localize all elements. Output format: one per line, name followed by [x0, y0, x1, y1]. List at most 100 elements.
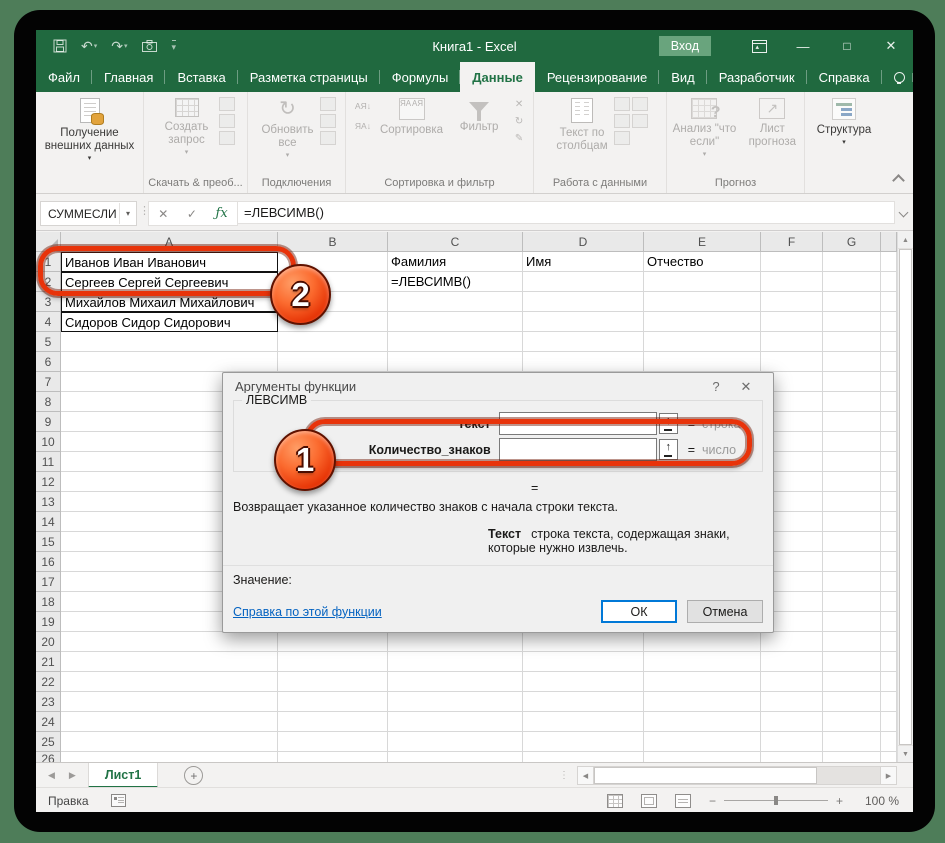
row-header-9[interactable]: 9 — [36, 412, 61, 432]
sheet-tab-list1[interactable]: Лист1 — [88, 763, 158, 788]
cell-E22[interactable] — [644, 672, 761, 692]
tab-file[interactable]: Файл — [36, 62, 92, 92]
text-to-columns-button[interactable]: Текст по столбцам — [552, 95, 612, 153]
cell-G14[interactable] — [823, 512, 881, 532]
insert-function-button[interactable]: ƒx — [216, 206, 228, 221]
cell-H25[interactable] — [881, 732, 897, 752]
row-header-12[interactable]: 12 — [36, 472, 61, 492]
minimize-button[interactable]: — — [781, 30, 825, 62]
outline-button[interactable]: Структура ▾ — [813, 95, 876, 146]
refresh-all-button[interactable]: ↻ Обновить все ▾ — [257, 95, 317, 159]
cell-G3[interactable] — [823, 292, 881, 312]
cell-B5[interactable] — [278, 332, 388, 352]
cell-A24[interactable] — [61, 712, 278, 732]
cell-G7[interactable] — [823, 372, 881, 392]
dialog-close-icon[interactable]: ✕ — [731, 379, 761, 395]
cell-F3[interactable] — [761, 292, 823, 312]
cell-G20[interactable] — [823, 632, 881, 652]
cell-D2[interactable] — [523, 272, 644, 292]
cell-H19[interactable] — [881, 612, 897, 632]
show-queries-icon[interactable] — [219, 97, 235, 111]
tab-split-handle[interactable]: ⋮ — [559, 770, 569, 781]
cell-C2[interactable]: =ЛЕВСИМВ() — [388, 272, 523, 292]
cell-C1[interactable]: Фамилия — [388, 252, 523, 272]
vertical-scrollbar[interactable]: ▲ ▼ — [897, 232, 913, 762]
cell-E3[interactable] — [644, 292, 761, 312]
column-header-D[interactable]: D — [523, 232, 644, 252]
cell-A5[interactable] — [61, 332, 278, 352]
data-validation-icon[interactable] — [614, 131, 630, 145]
page-layout-view-button[interactable] — [641, 794, 657, 808]
cell-H5[interactable] — [881, 332, 897, 352]
undo-button[interactable]: ↶▾ — [76, 34, 102, 58]
cell-H23[interactable] — [881, 692, 897, 712]
zoom-slider[interactable] — [724, 800, 828, 801]
cell-H15[interactable] — [881, 532, 897, 552]
column-header-E[interactable]: E — [644, 232, 761, 252]
cell-G21[interactable] — [823, 652, 881, 672]
scroll-right-icon[interactable]: ▶ — [880, 766, 897, 785]
cell-G4[interactable] — [823, 312, 881, 332]
cell-E25[interactable] — [644, 732, 761, 752]
what-if-analysis-button[interactable]: Анализ "что если" ▾ — [669, 95, 741, 158]
tab-formulas[interactable]: Формулы — [380, 62, 461, 92]
tab-home[interactable]: Главная — [92, 62, 165, 92]
cell-F22[interactable] — [761, 672, 823, 692]
cell-H1[interactable] — [881, 252, 897, 272]
cell-D1[interactable]: Имя — [523, 252, 644, 272]
cell-G17[interactable] — [823, 572, 881, 592]
maximize-button[interactable]: □ — [825, 30, 869, 62]
dialog-help-icon[interactable]: ? — [701, 379, 731, 394]
scroll-left-icon[interactable]: ◀ — [577, 766, 594, 785]
recent-sources-icon[interactable] — [219, 131, 235, 145]
ribbon-display-options-button[interactable] — [737, 30, 781, 62]
reapply-filter-icon[interactable]: ↻ — [511, 114, 527, 128]
cell-H12[interactable] — [881, 472, 897, 492]
cell-H6[interactable] — [881, 352, 897, 372]
tab-developer[interactable]: Разработчик — [707, 62, 807, 92]
row-header-23[interactable]: 23 — [36, 692, 61, 712]
zoom-in-button[interactable]: + — [836, 794, 843, 808]
cell-D22[interactable] — [523, 672, 644, 692]
cell-A4[interactable]: Сидоров Сидор Сидорович — [61, 312, 278, 332]
cell-E1[interactable]: Отчество — [644, 252, 761, 272]
cell-G18[interactable] — [823, 592, 881, 612]
collapse-ribbon-button[interactable] — [883, 92, 913, 193]
cell-G24[interactable] — [823, 712, 881, 732]
cell-F2[interactable] — [761, 272, 823, 292]
flash-fill-icon[interactable] — [614, 97, 630, 111]
expand-formula-bar-icon[interactable] — [898, 208, 910, 216]
edit-links-icon[interactable] — [320, 131, 336, 145]
row-header-5[interactable]: 5 — [36, 332, 61, 352]
cell-G9[interactable] — [823, 412, 881, 432]
cell-D21[interactable] — [523, 652, 644, 672]
formula-input[interactable]: =ЛЕВСИМВ() — [237, 201, 895, 224]
get-external-data-button[interactable]: Получение внешних данных ▾ — [41, 95, 139, 162]
cancel-formula-button[interactable]: ✕ — [158, 207, 168, 221]
cell-F5[interactable] — [761, 332, 823, 352]
tab-help[interactable]: Справка — [807, 62, 882, 92]
connections-icon[interactable] — [320, 97, 336, 111]
add-sheet-button[interactable]: + — [184, 766, 203, 785]
next-sheet-icon[interactable]: ▶ — [69, 770, 76, 781]
relationships-icon[interactable] — [632, 114, 648, 128]
scroll-down-icon[interactable]: ▼ — [898, 745, 913, 762]
remove-duplicates-icon[interactable] — [614, 114, 630, 128]
tab-review[interactable]: Рецензирование — [535, 62, 659, 92]
cell-G22[interactable] — [823, 672, 881, 692]
cell-B23[interactable] — [278, 692, 388, 712]
cell-G11[interactable] — [823, 452, 881, 472]
row-header-24[interactable]: 24 — [36, 712, 61, 732]
cell-B24[interactable] — [278, 712, 388, 732]
zoom-out-button[interactable]: − — [709, 794, 716, 808]
cell-G2[interactable] — [823, 272, 881, 292]
cell-G10[interactable] — [823, 432, 881, 452]
row-header-6[interactable]: 6 — [36, 352, 61, 372]
customize-qat-button[interactable]: ▾ — [166, 34, 182, 58]
cell-C22[interactable] — [388, 672, 523, 692]
cell-E23[interactable] — [644, 692, 761, 712]
cell-F1[interactable] — [761, 252, 823, 272]
cell-H7[interactable] — [881, 372, 897, 392]
name-box-dropdown-icon[interactable]: ▾ — [119, 203, 136, 224]
cell-B6[interactable] — [278, 352, 388, 372]
